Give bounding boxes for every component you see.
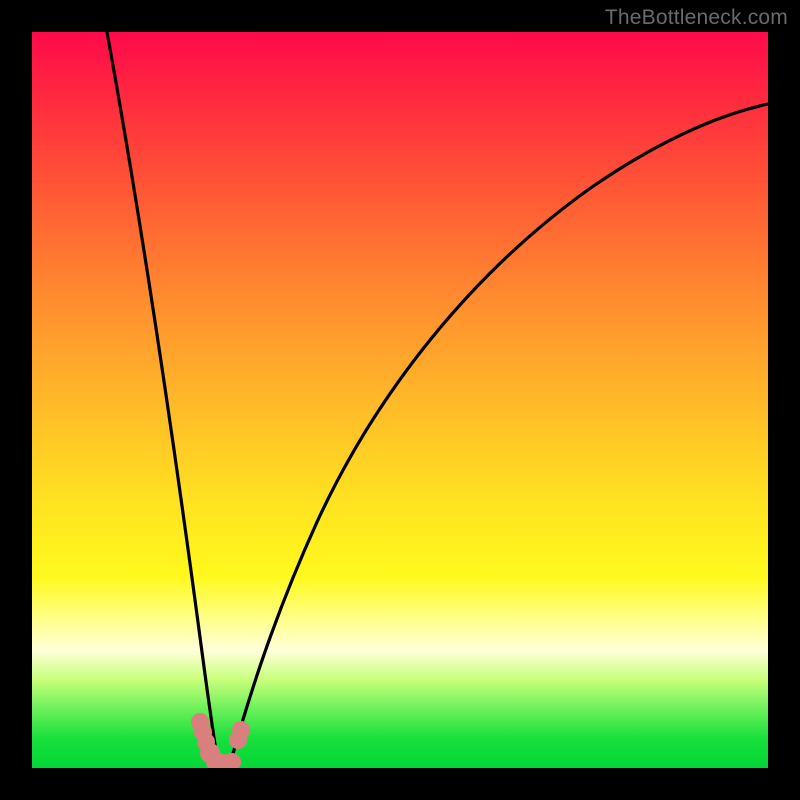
bottleneck-curve	[32, 32, 768, 768]
marker-cluster	[191, 713, 250, 768]
gradient-plot-area	[32, 32, 768, 768]
curve-left-branch	[107, 32, 218, 764]
outer-frame: TheBottleneck.com	[0, 0, 800, 800]
curve-right-branch	[230, 104, 768, 764]
watermark-label: TheBottleneck.com	[605, 6, 788, 30]
